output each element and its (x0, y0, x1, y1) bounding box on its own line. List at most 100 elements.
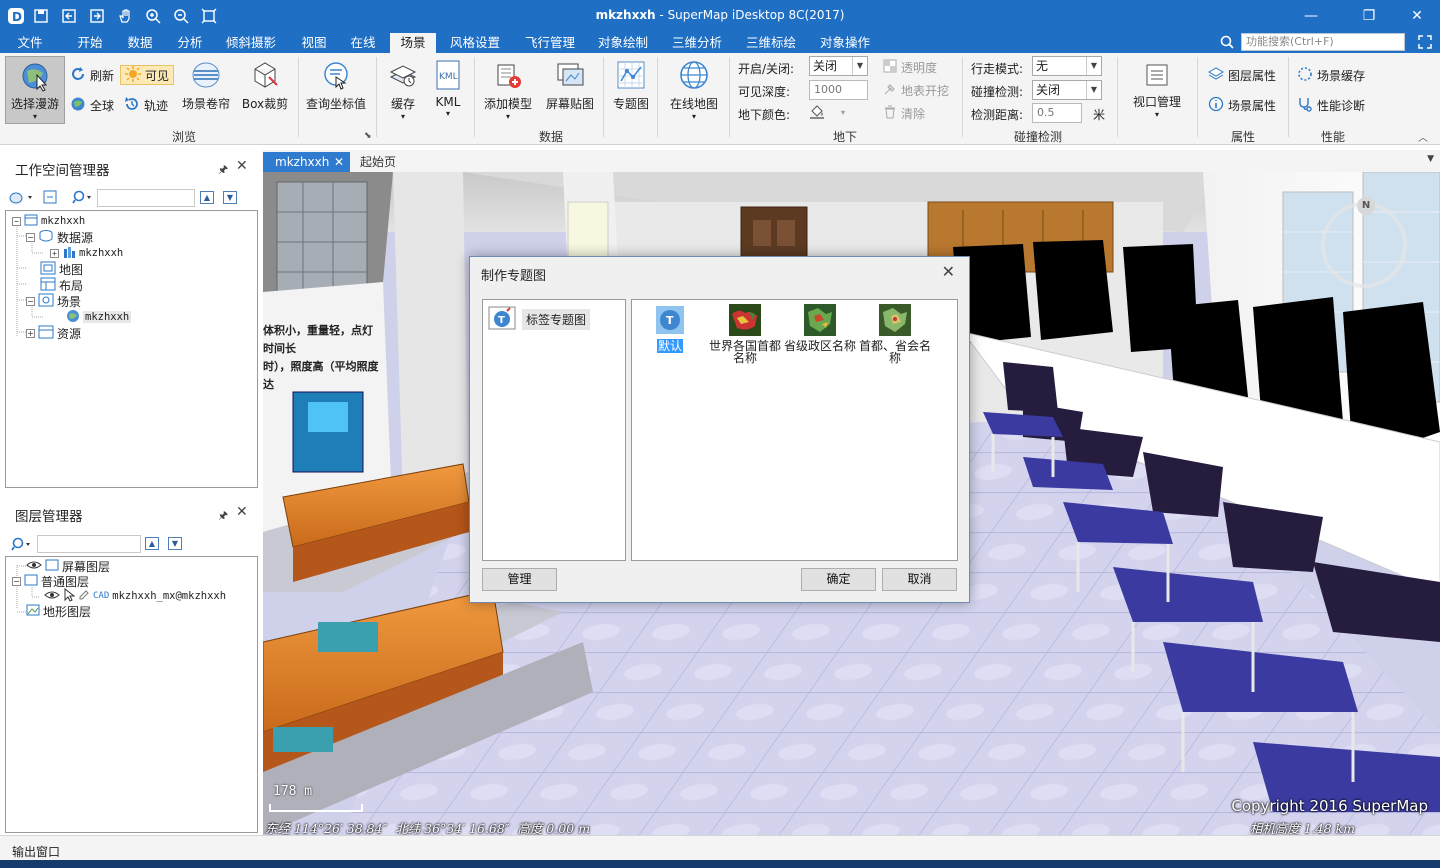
fullscreen-icon[interactable] (1418, 35, 1432, 52)
walk-mode-select[interactable]: 无 ▼ (1032, 56, 1102, 76)
roll-curtain-button[interactable]: 场景卷帘 (178, 59, 234, 112)
eye-icon[interactable] (26, 559, 42, 574)
dialog-close-icon[interactable]: ✕ (942, 262, 955, 281)
manage-button[interactable]: 管理 (482, 568, 557, 591)
tab-oblique[interactable]: 倾斜摄影 (222, 33, 280, 53)
tab-view[interactable]: 视图 (292, 33, 336, 53)
tree-item-resources[interactable]: + 资源 (26, 325, 81, 341)
pin-icon[interactable]: 🖈 (218, 161, 228, 180)
tab-file[interactable]: 文件 (8, 33, 52, 53)
tab-list-dropdown-icon[interactable]: ▼ (1427, 154, 1434, 164)
close-icon[interactable]: ✕ (236, 504, 248, 520)
tab-flight[interactable]: 飞行管理 (519, 33, 581, 53)
screen-sticker-button[interactable]: 屏幕贴图 (541, 59, 599, 112)
template-province-names[interactable]: 省级政区名称 (784, 304, 856, 352)
query-coord-button[interactable]: 查询坐标值 (302, 59, 370, 112)
select-roam-button[interactable]: 选择漫游 ▾ (5, 56, 65, 124)
collapse-icon[interactable]: − (26, 296, 35, 306)
tab-online[interactable]: 在线 (341, 33, 385, 53)
expand-icon[interactable]: + (50, 248, 59, 258)
layer-search-down-button[interactable]: ▼ (168, 537, 182, 550)
tab-3d-plot[interactable]: 三维标绘 (740, 33, 802, 53)
thematic-map-button[interactable]: 专题图 (609, 59, 653, 112)
close-button[interactable]: ✕ (1403, 6, 1431, 26)
tab-draw[interactable]: 对象绘制 (592, 33, 654, 53)
function-search-input[interactable]: 功能搜索(Ctrl+F) (1241, 33, 1405, 51)
workspace-open-icon[interactable] (8, 190, 34, 209)
collapse-ribbon-icon[interactable]: ︿ (1418, 129, 1428, 144)
close-tab-icon[interactable]: ✕ (334, 152, 344, 172)
transparency-button[interactable]: 透明度 (883, 57, 937, 77)
ok-button[interactable]: 确定 (801, 568, 876, 591)
collapse-icon[interactable]: − (26, 232, 35, 242)
scene-props-button[interactable]: 场景属性 (1208, 95, 1276, 115)
tab-start[interactable]: 开始 (68, 33, 112, 53)
collapse-icon[interactable]: − (12, 216, 21, 226)
tab-analysis[interactable]: 分析 (168, 33, 212, 53)
tree-item-workspace[interactable]: − mkzhxxh (12, 213, 85, 229)
workspace-search-icon[interactable] (72, 189, 94, 208)
tab-data[interactable]: 数据 (118, 33, 162, 53)
layer-props-button[interactable]: 图层属性 (1207, 65, 1276, 85)
underground-color-picker[interactable]: ▾ (809, 103, 845, 122)
tree-item-scene-mkzhxxh[interactable]: mkzhxxh (66, 309, 132, 325)
template-capital-and-provincial[interactable]: 首都、省会名称 (859, 304, 931, 364)
cancel-button[interactable]: 取消 (882, 568, 957, 591)
online-map-button[interactable]: 在线地图 ▾ (664, 59, 724, 121)
tab-object-ops[interactable]: 对象操作 (814, 33, 876, 53)
tree-item-normal-layers[interactable]: − 普通图层 (12, 573, 89, 589)
collision-detect-select[interactable]: 关闭 ▼ (1032, 80, 1102, 100)
add-model-button[interactable]: 添加模型 ▾ (478, 59, 538, 121)
tree-item-datasource-mkzhxxh[interactable]: + mkzhxxh (50, 245, 123, 261)
editable-pencil-icon[interactable] (78, 589, 90, 604)
visible-button[interactable]: 可见 (120, 65, 175, 85)
eye-icon[interactable] (44, 589, 60, 604)
visible-depth-input[interactable]: 1000 (809, 80, 868, 100)
default-template-icon: T (654, 304, 686, 336)
box-clip-button[interactable]: Box裁剪 (238, 59, 292, 112)
tab-start-page[interactable]: 起始页 (360, 152, 410, 172)
underground-onoff-select[interactable]: 关闭 ▼ (809, 56, 868, 76)
template-world-capitals[interactable]: 世界各国首都名称 (709, 304, 781, 364)
tree-item-terrain-layers[interactable]: 地形图层 (26, 603, 91, 619)
tab-3d-analysis[interactable]: 三维分析 (666, 33, 728, 53)
tree-item-layouts[interactable]: 布局 (40, 277, 83, 293)
collapse-icon[interactable]: − (12, 576, 21, 586)
output-window-tab[interactable]: 输出窗口 (12, 843, 60, 860)
search-icon[interactable] (1220, 35, 1234, 52)
tab-scene-mkzhxxh[interactable]: mkzhxxh ✕ (263, 152, 350, 172)
scene-cache-button[interactable]: 场景缓存 (1297, 65, 1365, 85)
cache-button[interactable]: 缓存 ▾ (383, 59, 423, 121)
surface-dig-button[interactable]: 地表开挖 (883, 80, 949, 100)
performance-diagnose-button[interactable]: 性能诊断 (1297, 95, 1365, 115)
search-down-button[interactable]: ▼ (223, 191, 237, 204)
pin-icon[interactable]: 🖈 (218, 507, 228, 526)
tree-item-datasources[interactable]: − 数据源 (26, 229, 93, 245)
track-button[interactable]: 轨迹 (124, 95, 168, 115)
search-up-button[interactable]: ▲ (200, 191, 214, 204)
tree-item-maps[interactable]: 地图 (40, 261, 83, 277)
tree-item-scenes[interactable]: − 场景 (26, 293, 81, 309)
kml-button[interactable]: KML KML ▾ (429, 59, 467, 118)
template-default[interactable]: T 默认 (634, 304, 706, 353)
tab-scene[interactable]: 场景 (390, 33, 436, 53)
refresh-button[interactable]: 刷新 (70, 65, 114, 85)
workspace-refresh-icon[interactable] (42, 189, 58, 208)
detect-distance-input[interactable]: 0.5 (1032, 103, 1082, 123)
restore-button[interactable]: ❐ (1355, 6, 1383, 26)
layer-search-icon[interactable] (11, 536, 33, 555)
category-item-label-thematic[interactable]: T 标签专题图 (488, 306, 591, 333)
workspace-search-input[interactable] (97, 189, 195, 207)
terrain-layer-icon (26, 603, 40, 620)
tab-style[interactable]: 风格设置 (444, 33, 506, 53)
layer-search-up-button[interactable]: ▲ (145, 537, 159, 550)
close-icon[interactable]: ✕ (236, 158, 248, 174)
globe-button[interactable]: 全球 (70, 95, 114, 115)
minimize-button[interactable]: — (1297, 6, 1325, 26)
expand-icon[interactable]: + (26, 328, 35, 338)
compass-widget[interactable]: N (1321, 197, 1407, 288)
layer-search-input[interactable] (37, 535, 141, 553)
viewport-manage-button[interactable]: 视口管理 ▾ (1126, 61, 1188, 119)
clear-dig-button[interactable]: 清除 (883, 103, 925, 123)
dialog-launcher-icon[interactable]: ⬊ (364, 131, 372, 141)
